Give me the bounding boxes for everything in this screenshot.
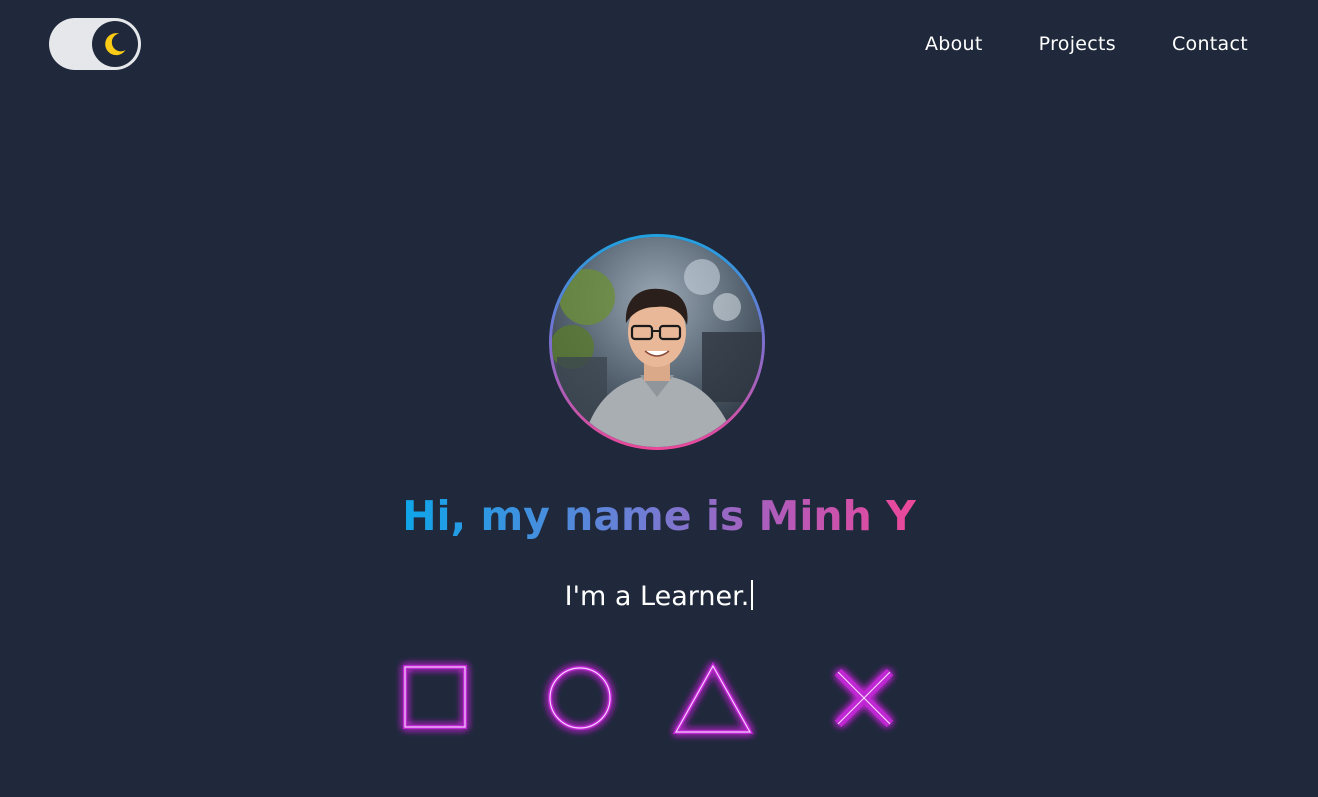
typed-text: I'm a Learner. xyxy=(564,581,750,612)
hero-subtitle: I'm a Learner. xyxy=(0,578,1318,616)
nav-contact-link[interactable]: Contact xyxy=(1172,33,1248,55)
cross-icon[interactable] xyxy=(820,652,910,742)
neon-shapes xyxy=(380,652,920,752)
theme-toggle[interactable] xyxy=(49,18,141,70)
typing-caret xyxy=(751,580,754,610)
avatar-frame xyxy=(549,234,765,450)
hero-title-text: Hi, my name is Minh Y xyxy=(402,492,916,540)
profile-photo xyxy=(552,237,762,447)
square-icon[interactable] xyxy=(390,652,480,742)
toggle-knob xyxy=(92,21,138,67)
triangle-icon[interactable] xyxy=(668,652,758,742)
main-nav: About Projects Contact xyxy=(925,33,1248,55)
nav-about-link[interactable]: About xyxy=(925,33,983,55)
hero-title: Hi, my name is Minh Y xyxy=(0,488,1318,544)
nav-projects-link[interactable]: Projects xyxy=(1039,33,1116,55)
moon-icon xyxy=(105,33,126,56)
circle-icon[interactable] xyxy=(535,652,625,742)
avatar xyxy=(552,237,762,447)
page: About Projects Contact Hi, my name is Mi… xyxy=(0,0,1318,797)
